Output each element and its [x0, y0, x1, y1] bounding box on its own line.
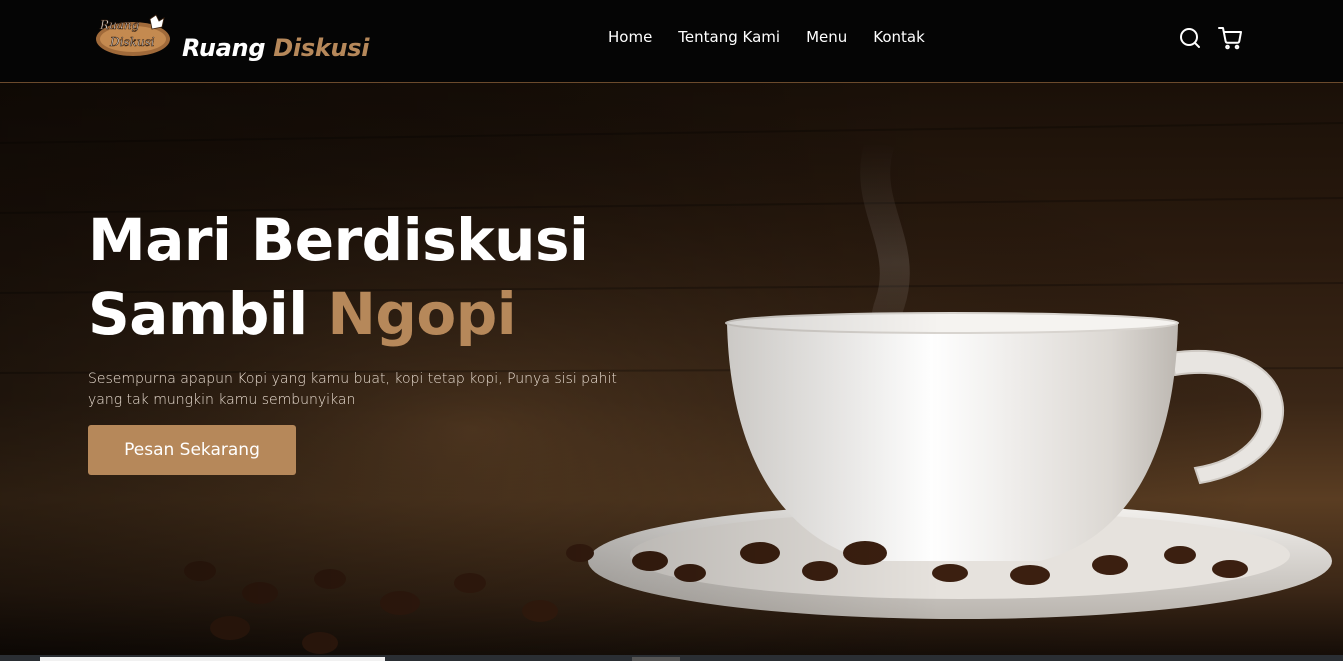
nav-menu: Home Tentang Kami Menu Kontak	[608, 28, 951, 46]
logo-image[interactable]: Ruang Diskusi	[94, 13, 172, 59]
nav-home[interactable]: Home	[608, 28, 652, 46]
brand-name[interactable]: Ruang Diskusi	[182, 34, 369, 62]
hero-title-line2-main: Sambil	[88, 280, 308, 348]
bottom-strip-segment	[632, 657, 680, 661]
hero-description: Sesempurna apapun Kopi yang kamu buat, k…	[88, 371, 617, 408]
bottom-strip-segment	[40, 657, 385, 661]
navbar: Ruang Diskusi Ruang Diskusi Home Tentang…	[0, 0, 1343, 83]
hero-title: Mari Berdiskusi Sambil Ngopi	[88, 203, 648, 351]
hero-title-line2-accent: Ngopi	[327, 280, 517, 348]
nav-tentang-kami[interactable]: Tentang Kami	[678, 28, 780, 46]
bottom-strip	[0, 655, 1343, 661]
search-icon[interactable]	[1178, 26, 1202, 50]
brand-name-accent: Diskusi	[273, 34, 370, 62]
hero-title-line1: Mari Berdiskusi	[88, 206, 589, 274]
nav-kontak[interactable]: Kontak	[873, 28, 925, 46]
hero-content: Mari Berdiskusi Sambil Ngopi Sesempurna …	[88, 203, 648, 475]
brand-name-main: Ruang	[182, 34, 266, 62]
cart-icon[interactable]	[1218, 26, 1242, 50]
nav-icons	[1178, 26, 1242, 50]
hero-section: Mari Berdiskusi Sambil Ngopi Sesempurna …	[0, 83, 1343, 661]
svg-text:Ruang: Ruang	[99, 18, 140, 32]
nav-menu-link[interactable]: Menu	[806, 28, 847, 46]
order-now-button[interactable]: Pesan Sekarang	[88, 425, 296, 475]
svg-text:Diskusi: Diskusi	[109, 35, 155, 49]
